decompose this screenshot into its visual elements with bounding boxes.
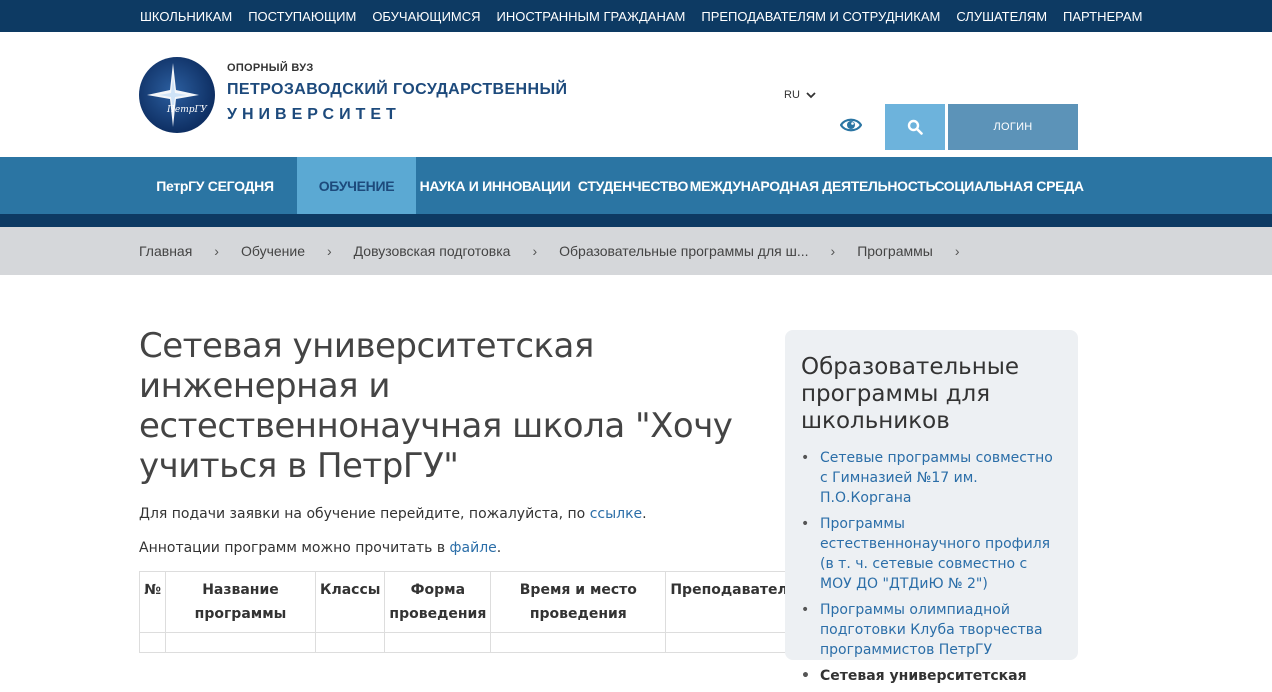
breadcrumb-item-education[interactable]: Обучение (241, 243, 305, 259)
login-button[interactable]: ЛОГИН (948, 104, 1078, 150)
application-link[interactable]: ссылке (590, 506, 642, 522)
column-header-teacher: Преподаватель (665, 571, 802, 633)
star-emblem-icon: ПетрГУ (147, 63, 208, 127)
topnav-link-foreigners[interactable]: ИНОСТРАННЫМ ГРАЖДАНАМ (497, 9, 686, 24)
application-text-end: . (642, 506, 647, 522)
programs-table: № Название программы Классы Форма провед… (139, 571, 802, 653)
annotations-text: Аннотации программ можно прочитать в (139, 540, 450, 556)
language-label: RU (784, 89, 800, 101)
sidebar-item-network-school[interactable]: Сетевая университетская (801, 666, 1063, 686)
accessibility-eye-icon[interactable] (839, 116, 863, 138)
mainnav-item-today[interactable]: ПетрГУ СЕГОДНЯ (150, 157, 280, 214)
logo-name-line1: ПЕТРОЗАВОДСКИЙ ГОСУДАРСТВЕННЫЙ (227, 81, 568, 98)
column-header-name: Название программы (165, 571, 316, 633)
mainnav-item-education[interactable]: ОБУЧЕНИЕ (297, 157, 416, 214)
topnav-link-staff[interactable]: ПРЕПОДАВАТЕЛЯМ И СОТРУДНИКАМ (701, 9, 940, 24)
mainnav-item-students[interactable]: СТУДЕНЧЕСТВО (578, 157, 689, 214)
search-button[interactable] (885, 104, 945, 150)
table-row (139, 632, 802, 653)
breadcrumb-separator-icon: › (830, 243, 836, 259)
mainnav-item-international[interactable]: МЕЖДУНАРОДНАЯ ДЕЯТЕЛЬНОСТЬ (690, 157, 936, 214)
breadcrumb-separator-icon: › (954, 243, 960, 259)
breadcrumb-item-programs[interactable]: Программы (857, 243, 933, 259)
annotations-text-end: . (496, 540, 502, 556)
university-logo[interactable]: ПетрГУ (139, 57, 215, 133)
sidebar-panel: Образовательные программы для школьников… (785, 330, 1078, 686)
logo-name-line2: УНИВЕРСИТЕТ (227, 106, 401, 123)
annotations-file-link[interactable]: файле (450, 540, 497, 556)
breadcrumb: Главная › Обучение › Довузовская подгото… (0, 227, 1272, 275)
main-nav: ПетрГУ СЕГОДНЯ ОБУЧЕНИЕ НАУКА И ИННОВАЦИ… (0, 157, 1272, 227)
sidebar-item-olympiad[interactable]: Программы олимпиадной подготовки Клуба т… (801, 600, 1063, 660)
search-icon (907, 119, 923, 135)
language-selector[interactable]: RU (784, 89, 816, 101)
sidebar-list: Сетевые программы совместно с Гимназией … (801, 448, 1063, 692)
application-paragraph: Для подачи заявки на обучение перейдите,… (139, 506, 647, 522)
site-header: ПетрГУ ОПОРНЫЙ ВУЗ ПЕТРОЗАВОДСКИЙ ГОСУДА… (0, 32, 1272, 157)
sidebar-title: Образовательные программы для школьников (801, 354, 1020, 434)
breadcrumb-separator-icon: › (327, 243, 332, 259)
topnav-link-students[interactable]: ОБУЧАЮЩИМСЯ (372, 9, 480, 24)
breadcrumb-item-programs-for-school[interactable]: Образовательные программы для ш... (559, 243, 808, 259)
topnav-link-applicants[interactable]: ПОСТУПАЮЩИМ (248, 9, 356, 24)
topnav-link-schoolchildren[interactable]: ШКОЛЬНИКАМ (140, 9, 232, 24)
sidebar-item-gymnasium-17[interactable]: Сетевые программы совместно с Гимназией … (801, 448, 1063, 508)
mainnav-item-science[interactable]: НАУКА И ИННОВАЦИИ (420, 157, 571, 214)
annotations-paragraph: Аннотации программ можно прочитать в фай… (139, 540, 501, 556)
sidebar-item-natural-science[interactable]: Программы естественнонаучного профиля (в… (801, 514, 1063, 594)
chevron-down-icon (806, 91, 816, 98)
university-name: ОПОРНЫЙ ВУЗ ПЕТРОЗАВОДСКИЙ ГОСУДАРСТВЕНН… (227, 62, 567, 124)
topnav-link-partners[interactable]: ПАРТНЕРАМ (1063, 9, 1142, 24)
column-header-time-place: Время и место проведения (490, 571, 667, 633)
table-header-row: № Название программы Классы Форма провед… (139, 571, 802, 633)
application-text: Для подачи заявки на обучение перейдите,… (139, 506, 590, 522)
column-header-number: № (139, 571, 166, 633)
topnav-link-listeners[interactable]: СЛУШАТЕЛЯМ (956, 9, 1047, 24)
breadcrumb-item-preuniversity[interactable]: Довузовская подготовка (354, 243, 511, 259)
mainnav-item-social[interactable]: СОЦИАЛЬНАЯ СРЕДА (934, 157, 1084, 214)
page-title: Сетевая университетская инженерная и ест… (139, 326, 733, 486)
breadcrumb-separator-icon: › (532, 243, 538, 259)
column-header-form: Форма проведения (384, 571, 492, 633)
column-header-grades: Классы (314, 571, 386, 633)
svg-text:ПетрГУ: ПетрГУ (166, 105, 208, 115)
breadcrumb-separator-icon: › (214, 243, 219, 259)
logo-subtitle: ОПОРНЫЙ ВУЗ (227, 62, 314, 74)
breadcrumb-item-home[interactable]: Главная (139, 243, 192, 259)
top-utility-nav: ШКОЛЬНИКАМ ПОСТУПАЮЩИМ ОБУЧАЮЩИМСЯ ИНОСТ… (0, 0, 1272, 32)
